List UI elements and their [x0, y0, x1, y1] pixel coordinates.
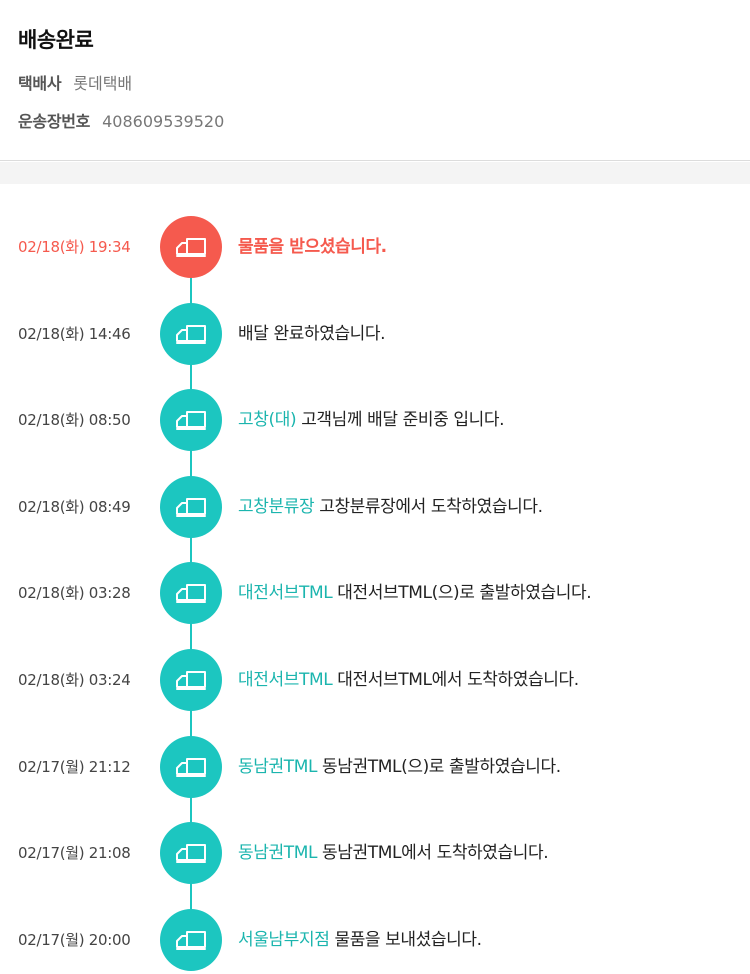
event-time: 02/18(화) 08:50 — [18, 411, 131, 430]
carrier-row: 택배사 롯데택배 — [18, 70, 132, 94]
event-location: 고창(대) — [238, 410, 297, 431]
event-message-text: 물품을 받으셨습니다. — [238, 237, 387, 257]
event-message: 대전서브TML 대전서브TML에서 도착하였습니다. — [238, 649, 579, 711]
event-time: 02/17(월) 21:08 — [18, 844, 131, 863]
event-message: 대전서브TML 대전서브TML(으)로 출발하였습니다. — [238, 562, 592, 624]
event-location: 동남권TML — [238, 843, 318, 864]
section-divider — [0, 162, 750, 184]
timeline-event: 02/18(화) 08:49 고창분류장 고창분류장에서 도착하였습니다. — [0, 475, 750, 538]
event-location: 서울남부지점 — [238, 929, 330, 950]
timeline-event: 02/18(화) 03:28 대전서브TML 대전서브TML(으)로 출발하였습니… — [0, 562, 750, 625]
tracking-number-row: 운송장번호 408609539520 — [18, 108, 224, 132]
event-location: 고창분류장 — [238, 496, 315, 517]
truck-icon — [160, 908, 222, 971]
event-message: 고창분류장 고창분류장에서 도착하였습니다. — [238, 476, 543, 538]
event-time: 02/17(월) 21:12 — [18, 757, 131, 776]
timeline-event: 02/18(화) 19:34 물품을 받으셨습니다. — [0, 216, 750, 278]
event-message: 동남권TML 동남권TML에서 도착하였습니다. — [238, 822, 549, 884]
event-location: 대전서브TML — [238, 583, 333, 604]
timeline-event: 02/18(화) 03:24 대전서브TML 대전서브TML에서 도착하였습니다. — [0, 649, 750, 711]
truck-icon — [160, 822, 222, 885]
truck-icon — [160, 216, 222, 278]
event-message: 물품을 받으셨습니다. — [238, 216, 387, 278]
carrier-label: 택배사 — [18, 74, 62, 93]
timeline-event: 02/18(화) 14:46 배달 완료하였습니다. — [0, 302, 750, 365]
truck-icon — [160, 389, 222, 452]
truck-icon — [160, 649, 222, 711]
truck-icon — [160, 302, 222, 365]
event-message-text: 동남권TML에서 도착하였습니다. — [317, 843, 549, 864]
event-time: 02/18(화) 03:24 — [18, 671, 131, 689]
timeline-event: 02/18(화) 08:50 고창(대) 고객님께 배달 준비중 입니다. — [0, 389, 750, 452]
timeline-event: 02/17(월) 21:12 동남권TML 동남권TML(으)로 출발하였습니다. — [0, 735, 750, 798]
event-message-text: 고객님께 배달 준비중 입니다. — [296, 410, 505, 431]
event-message: 고창(대) 고객님께 배달 준비중 입니다. — [238, 389, 504, 451]
delivery-status-title: 배송완료 — [18, 28, 94, 52]
truck-icon — [160, 475, 222, 538]
event-time: 02/18(화) 08:49 — [18, 497, 131, 516]
timeline-event: 02/17(월) 20:00 서울남부지점 물품을 보내셨습니다. — [0, 908, 750, 971]
event-message: 동남권TML 동남권TML(으)로 출발하였습니다. — [238, 736, 561, 798]
event-message-text: 대전서브TML(으)로 출발하였습니다. — [332, 583, 592, 604]
event-location: 대전서브TML — [238, 670, 333, 690]
event-message: 배달 완료하였습니다. — [238, 303, 386, 365]
tracking-timeline: 02/18(화) 19:34 물품을 받으셨습니다. 02/18(화) 14:46 배… — [0, 184, 750, 974]
event-time: 02/18(화) 03:28 — [18, 584, 131, 603]
event-message-text: 물품을 보내셨습니다. — [329, 929, 482, 950]
truck-icon — [160, 562, 222, 625]
truck-icon — [160, 735, 222, 798]
carrier-value: 롯데택배 — [73, 74, 133, 93]
event-message: 서울남부지점 물품을 보내셨습니다. — [238, 909, 482, 971]
event-message-text: 고창분류장에서 도착하였습니다. — [314, 496, 543, 517]
tracking-number-label: 운송장번호 — [18, 112, 91, 131]
event-message-text: 동남권TML(으)로 출발하였습니다. — [317, 756, 561, 777]
event-time: 02/18(화) 19:34 — [18, 238, 131, 256]
event-message-text: 대전서브TML에서 도착하였습니다. — [332, 670, 579, 690]
event-message-text: 배달 완료하였습니다. — [238, 323, 386, 344]
delivery-summary: 배송완료 택배사 롯데택배 운송장번호 408609539520 — [0, 0, 750, 161]
event-time: 02/17(월) 20:00 — [18, 930, 131, 949]
timeline-event: 02/17(월) 21:08 동남권TML 동남권TML에서 도착하였습니다. — [0, 822, 750, 885]
event-location: 동남권TML — [238, 756, 318, 777]
event-time: 02/18(화) 14:46 — [18, 324, 131, 343]
tracking-number-value: 408609539520 — [102, 112, 225, 131]
